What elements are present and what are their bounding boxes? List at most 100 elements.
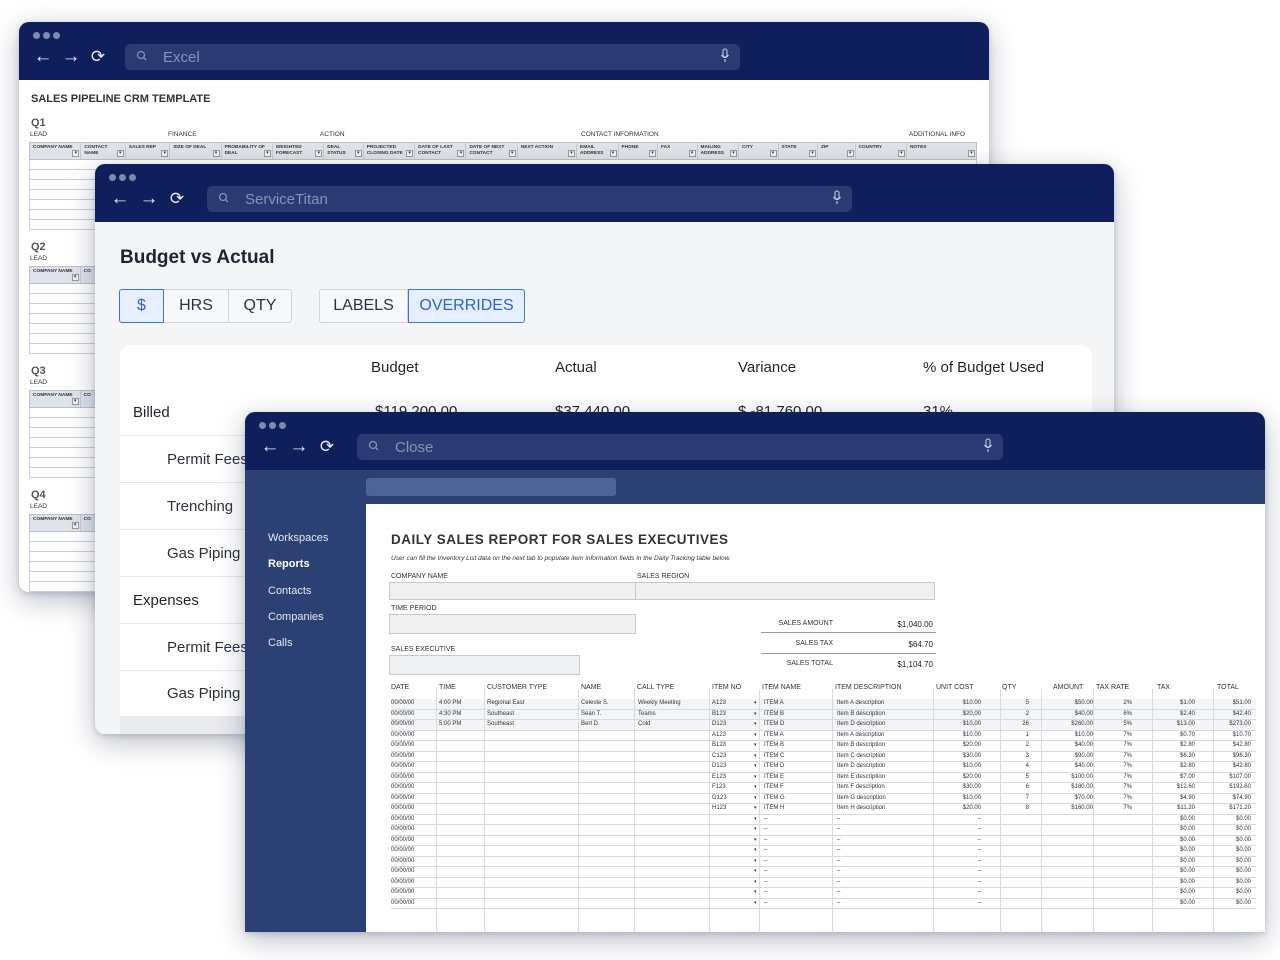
- forward-icon[interactable]: →: [60, 46, 82, 68]
- table-row[interactable]: 00/00/00 B123 ▾ ITEM B Item B description $20…: [391, 741, 1256, 752]
- column-header[interactable]: COMPANY NAME ▾: [30, 143, 82, 159]
- table-cell[interactable]: –: [937, 879, 981, 885]
- table-cell[interactable]: –: [937, 900, 981, 906]
- table-row[interactable]: 00/00/00 ▾ – – – $0.00 $0.00: [391, 888, 1256, 899]
- table-cell[interactable]: $30.00: [937, 753, 981, 759]
- table-cell[interactable]: –: [837, 837, 935, 843]
- topbar-search-placeholder[interactable]: [366, 478, 616, 496]
- table-cell[interactable]: 00/00/00: [391, 879, 437, 885]
- table-row[interactable]: 00/00/00 G123 ▾ ITEM G Item G description $10…: [391, 794, 1256, 804]
- table-row[interactable]: 00/00/00 E123 ▾ ITEM E Item E description $20…: [391, 773, 1256, 783]
- table-cell[interactable]: –: [764, 837, 836, 843]
- table-cell[interactable]: $10.00: [1041, 732, 1093, 738]
- column-header[interactable]: PHONE ▾: [619, 143, 659, 159]
- dropdown-icon[interactable]: ▾: [754, 732, 757, 738]
- table-cell[interactable]: Item A description: [837, 732, 935, 738]
- column-header[interactable]: SALES REP ▾: [126, 143, 171, 159]
- dropdown-icon[interactable]: ▾: [754, 858, 757, 864]
- dropdown-icon[interactable]: ▾: [754, 805, 757, 811]
- table-cell[interactable]: Cold: [638, 721, 710, 727]
- table-cell[interactable]: Item E description: [837, 774, 935, 780]
- table-cell[interactable]: $160.00: [1041, 805, 1093, 811]
- table-cell[interactable]: Item B description: [837, 742, 935, 748]
- table-cell[interactable]: $20.00: [937, 805, 981, 811]
- table-cell[interactable]: 00/00/00: [391, 847, 437, 853]
- table-cell[interactable]: 2%: [1096, 700, 1132, 706]
- table-cell[interactable]: ITEM B: [764, 742, 836, 748]
- table-cell[interactable]: $74.90: [1209, 795, 1251, 801]
- column-header[interactable]: EMAIL ADDRESS ▾: [577, 143, 619, 159]
- table-cell[interactable]: $10.70: [1209, 732, 1251, 738]
- table-cell[interactable]: –: [764, 847, 836, 853]
- table-cell[interactable]: $20.00: [937, 711, 981, 717]
- table-cell[interactable]: $42.80: [1209, 742, 1251, 748]
- table-cell[interactable]: Bert D.: [581, 721, 636, 727]
- table-cell[interactable]: $10.00: [937, 795, 981, 801]
- table-cell[interactable]: $10.00: [937, 700, 981, 706]
- table-cell[interactable]: 00/00/00: [391, 711, 437, 717]
- table-cell[interactable]: $100.00: [1041, 774, 1093, 780]
- table-cell[interactable]: 00/00/00: [391, 900, 437, 906]
- column-header[interactable]: DEAL STATUS ▾: [324, 143, 364, 159]
- table-cell[interactable]: 00/00/00: [391, 795, 437, 801]
- table-cell[interactable]: $0.00: [1159, 879, 1195, 885]
- table-cell[interactable]: $0.00: [1159, 826, 1195, 832]
- table-cell[interactable]: $0.00: [1209, 826, 1251, 832]
- dropdown-icon[interactable]: ▾: [754, 700, 757, 706]
- table-cell[interactable]: $10.00: [937, 732, 981, 738]
- table-cell[interactable]: ITEM E: [764, 774, 836, 780]
- table-cell[interactable]: –: [764, 826, 836, 832]
- table-cell[interactable]: Item D description: [837, 763, 935, 769]
- table-cell[interactable]: $20.00: [937, 774, 981, 780]
- table-cell[interactable]: $0.00: [1209, 889, 1251, 895]
- table-row[interactable]: 00/00/00 ▾ – – – $0.00 $0.00: [391, 878, 1256, 888]
- column-header[interactable]: CONTACT NAME ▾: [81, 143, 126, 159]
- table-cell[interactable]: 00/00/00: [391, 732, 437, 738]
- table-cell[interactable]: 7: [1003, 795, 1029, 801]
- table-cell[interactable]: $107.00: [1209, 774, 1251, 780]
- table-cell[interactable]: –: [837, 847, 935, 853]
- table-cell[interactable]: 8: [1003, 805, 1029, 811]
- dropdown-icon[interactable]: ▾: [754, 816, 757, 822]
- table-cell[interactable]: ITEM C: [764, 753, 836, 759]
- table-cell[interactable]: Southeast: [487, 711, 579, 717]
- dropdown-icon[interactable]: ▾: [754, 784, 757, 790]
- table-cell[interactable]: 7%: [1096, 805, 1132, 811]
- column-header[interactable]: STATE ▾: [779, 143, 819, 159]
- table-cell[interactable]: Celeste S.: [581, 700, 636, 706]
- address-bar[interactable]: Close: [357, 434, 1003, 460]
- dropdown-icon[interactable]: ▾: [754, 774, 757, 780]
- table-cell[interactable]: $0.00: [1159, 858, 1195, 864]
- table-cell[interactable]: 4:30 PM: [439, 711, 485, 717]
- table-cell[interactable]: $10.00: [937, 763, 981, 769]
- column-header[interactable]: ZIP ▾: [818, 143, 856, 159]
- table-cell[interactable]: –: [937, 858, 981, 864]
- sidebar-item-companies[interactable]: Companies: [268, 611, 324, 623]
- table-cell[interactable]: $12.60: [1159, 784, 1195, 790]
- table-row[interactable]: 00/00/00 4:00 PM Regional East Celeste S. We…: [391, 699, 1256, 710]
- column-header[interactable]: DATE OF LAST CONTACT ▾: [415, 143, 467, 159]
- table-cell[interactable]: Sean T.: [581, 711, 636, 717]
- time-period-field[interactable]: [389, 614, 636, 634]
- table-cell[interactable]: Southeast: [487, 721, 579, 727]
- column-header[interactable]: CITY ▾: [739, 143, 779, 159]
- table-cell[interactable]: –: [764, 858, 836, 864]
- table-cell[interactable]: –: [764, 868, 836, 874]
- table-cell[interactable]: –: [937, 868, 981, 874]
- table-cell[interactable]: 5:00 PM: [439, 721, 485, 727]
- table-cell[interactable]: Item A description: [837, 700, 935, 706]
- column-header[interactable]: NOTES ▾: [907, 143, 976, 159]
- table-cell[interactable]: $0.00: [1159, 900, 1195, 906]
- sidebar-item-calls[interactable]: Calls: [268, 637, 292, 649]
- microphone-icon[interactable]: [720, 48, 730, 64]
- table-cell[interactable]: –: [937, 816, 981, 822]
- table-cell[interactable]: –: [937, 889, 981, 895]
- table-cell[interactable]: $40.00: [1041, 763, 1093, 769]
- table-cell[interactable]: $180.00: [1041, 784, 1093, 790]
- table-cell[interactable]: 00/00/00: [391, 868, 437, 874]
- selected-row[interactable]: [120, 716, 250, 734]
- table-cell[interactable]: $0.00: [1209, 847, 1251, 853]
- table-row[interactable]: 00/00/00 5:00 PM Southeast Bert D. Cold D123 ▾…: [391, 720, 1256, 731]
- table-row[interactable]: 00/00/00 ▾ – – – $0.00 $0.00: [391, 867, 1256, 878]
- table-cell[interactable]: $0.00: [1159, 868, 1195, 874]
